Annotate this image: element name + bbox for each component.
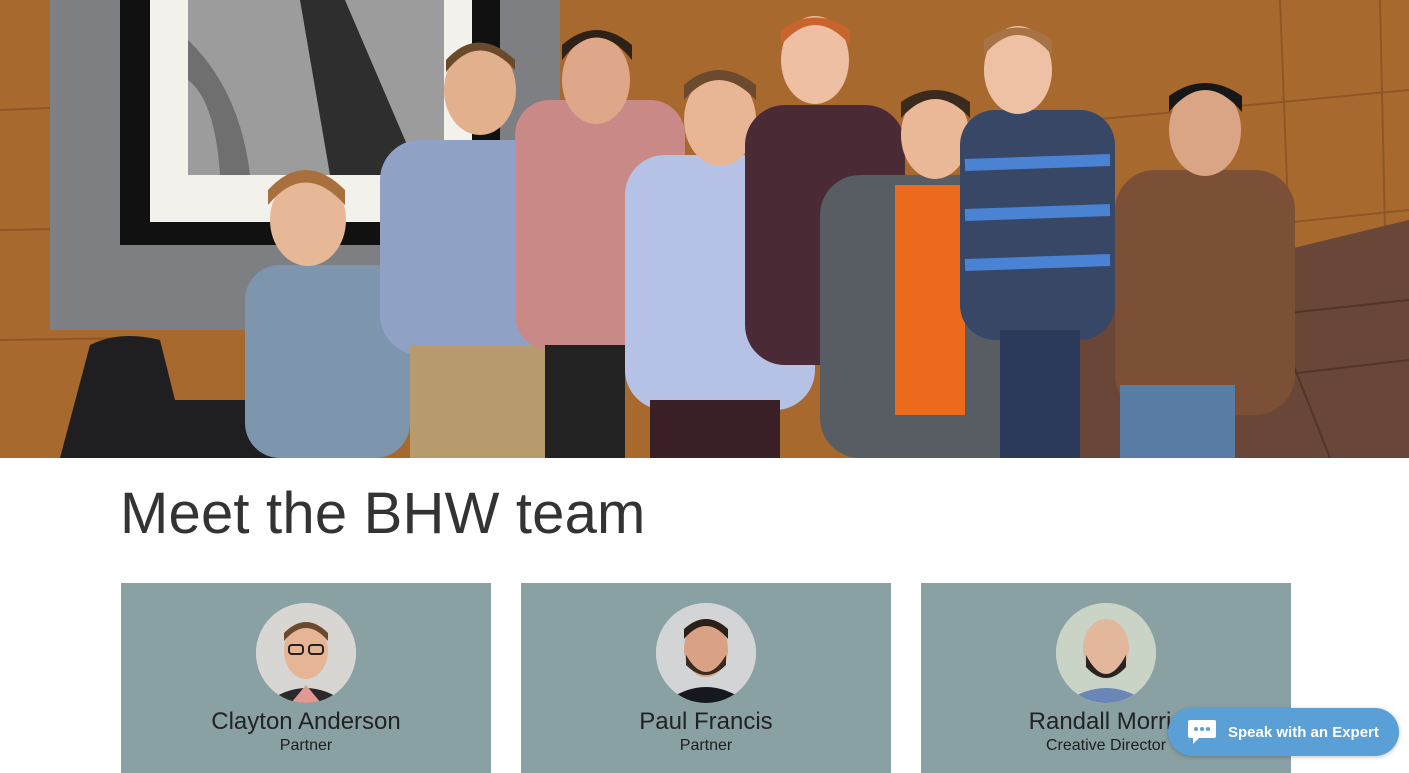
team-member-role: Partner [279, 737, 333, 754]
team-card[interactable]: Paul Francis Partner [521, 583, 891, 773]
team-member-name: Paul Francis [639, 708, 773, 735]
person-bald-beard-avatar [1056, 603, 1156, 703]
person-beard-avatar [656, 603, 756, 703]
speak-with-expert-button[interactable]: Speak with an Expert [1168, 708, 1399, 756]
team-photo-illustration [0, 0, 1409, 458]
person-glasses-avatar [256, 603, 356, 703]
chat-button-label: Speak with an Expert [1228, 723, 1379, 741]
hero-team-photo [0, 0, 1409, 458]
chat-bubble-icon [1188, 720, 1216, 744]
team-card[interactable]: Clayton Anderson Partner [121, 583, 491, 773]
team-member-role: Partner [679, 737, 733, 754]
team-member-name: Clayton Anderson [211, 708, 401, 735]
section-title: Meet the BHW team [120, 481, 646, 546]
